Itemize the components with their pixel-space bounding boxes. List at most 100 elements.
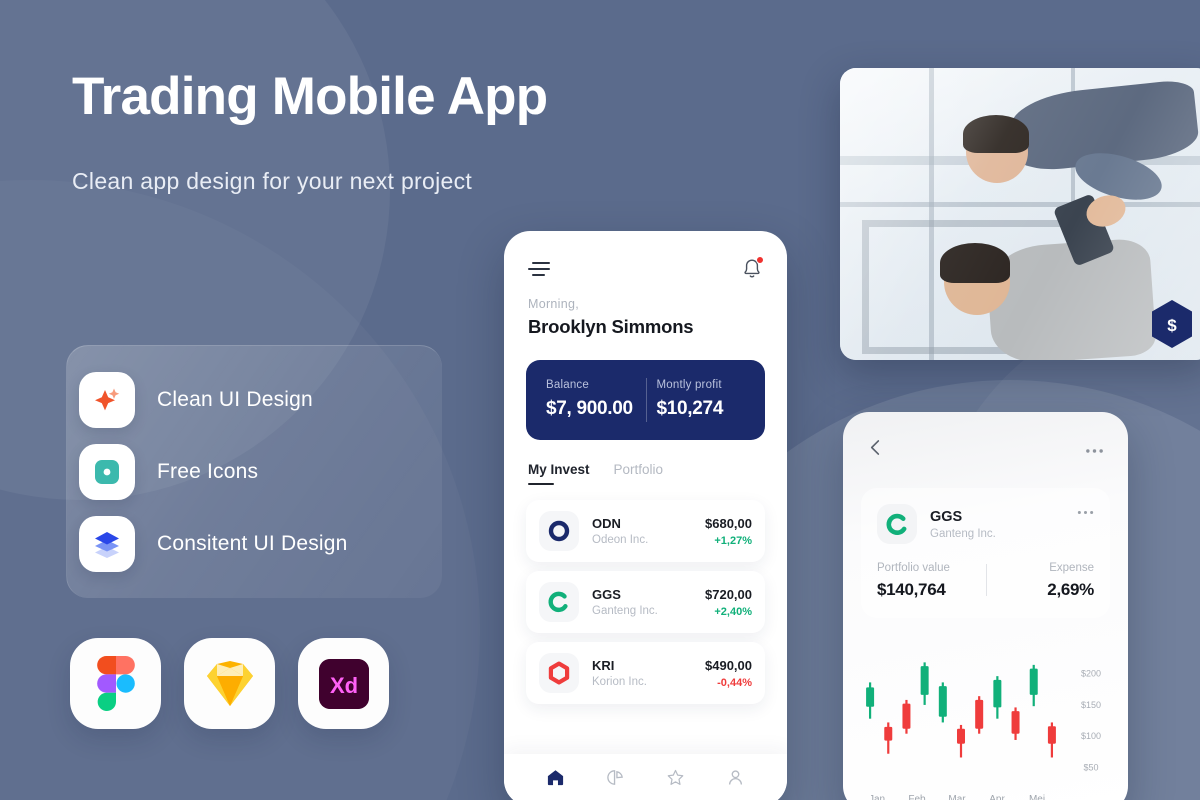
stock-symbol: KRI xyxy=(592,658,615,673)
stock-change: +2,40% xyxy=(714,605,752,618)
feature-item-free-icons[interactable]: Free Icons xyxy=(67,444,442,500)
sparkle-icon xyxy=(79,372,135,428)
figma-logo[interactable] xyxy=(70,638,161,729)
more-horizontal-icon[interactable] xyxy=(1077,502,1094,520)
y-axis-tick-label: $150 xyxy=(1081,700,1101,710)
candlestick-chart: $50 $100 $150 $200 Jan Feb Mar Apr Mei xyxy=(843,652,1128,800)
portfolio-value-stat: Portfolio value $140,764 xyxy=(877,562,986,600)
tab-bar: My Invest Portfolio xyxy=(504,440,787,485)
rounded-square-icon xyxy=(79,444,135,500)
feature-item-consitent-ui-design[interactable]: Consitent UI Design xyxy=(67,516,442,572)
stock-values: $720,00 +2,40% xyxy=(705,587,752,618)
pie-chart-icon[interactable] xyxy=(606,768,625,792)
stock-detail-card: GGS Ganteng Inc. Portfolio value $140,76… xyxy=(861,488,1110,618)
stock-company: Ganteng Inc. xyxy=(592,605,658,617)
profit-value: $10,274 xyxy=(656,398,724,419)
stock-symbol: ODN xyxy=(592,516,621,531)
list-item[interactable]: KRI Korion Inc. $490,00 -0,44% xyxy=(526,642,765,704)
hamburger-icon[interactable] xyxy=(528,262,550,276)
candle-body xyxy=(993,679,1002,708)
balance-value: $7, 900.00 xyxy=(546,398,633,419)
stock-company: Odeon Inc. xyxy=(592,534,649,546)
stat-divider xyxy=(985,564,987,596)
candle-body xyxy=(920,666,929,695)
x-axis-tick-label: Mar xyxy=(948,794,966,800)
stock-info: KRI Korion Inc. xyxy=(592,658,705,688)
tool-logos: Xd xyxy=(70,638,389,729)
ggs-arc-icon xyxy=(877,504,917,544)
profit-label: Montly profit xyxy=(656,379,722,391)
list-item[interactable]: ODN Odeon Inc. $680,00 +1,27% xyxy=(526,500,765,562)
svg-text:Xd: Xd xyxy=(329,673,357,698)
candle-body xyxy=(957,728,965,744)
y-axis-tick-label: $100 xyxy=(1081,731,1101,741)
feature-label: Free Icons xyxy=(157,460,259,483)
stock-header: GGS Ganteng Inc. xyxy=(877,504,1094,544)
stat-value: $140,764 xyxy=(877,580,946,599)
tab-my-invest[interactable]: My Invest xyxy=(528,462,590,485)
candle-body xyxy=(975,699,984,729)
stat-value: 2,69% xyxy=(1047,580,1094,599)
candle-body xyxy=(1011,711,1020,734)
greeting-time: Morning, xyxy=(528,297,580,311)
feature-label: Consitent UI Design xyxy=(157,532,348,555)
phone-detail-screen: GGS Ganteng Inc. Portfolio value $140,76… xyxy=(843,412,1128,800)
chevron-left-icon[interactable] xyxy=(867,438,884,462)
odn-ring-icon xyxy=(539,511,579,551)
balance-column: Balance $7, 900.00 xyxy=(546,379,635,420)
profit-column: Montly profit $10,274 xyxy=(635,379,746,420)
kri-hexagon-icon xyxy=(539,653,579,693)
list-item[interactable]: GGS Ganteng Inc. $720,00 +2,40% xyxy=(526,571,765,633)
y-axis-tick-label: $200 xyxy=(1081,669,1101,679)
greeting-block: Morning, Brooklyn Simmons xyxy=(504,281,787,338)
stock-symbol: GGS xyxy=(592,587,621,602)
balance-card: Balance $7, 900.00 Montly profit $10,274 xyxy=(526,360,765,440)
y-axis-tick-label: $50 xyxy=(1083,762,1098,772)
stock-price: $720,00 xyxy=(705,586,752,602)
feature-item-clean-ui-design[interactable]: Clean UI Design xyxy=(67,372,442,428)
candle-body xyxy=(1029,668,1038,695)
bottom-navigation xyxy=(504,754,787,800)
x-axis-tick-label: Apr xyxy=(989,794,1005,800)
x-axis-tick-label: Jan xyxy=(869,794,885,800)
stock-stats: Portfolio value $140,764 Expense 2,69% xyxy=(877,562,1094,600)
hero-subtitle: Clean app design for your next project xyxy=(72,168,473,195)
user-name: Brooklyn Simmons xyxy=(528,316,694,337)
ggs-arc-icon xyxy=(539,582,579,622)
stock-info: GGS Ganteng Inc. xyxy=(592,587,705,617)
candle-body xyxy=(1047,726,1056,744)
chart-y-axis-labels: $50 $100 $150 $200 xyxy=(1081,669,1101,773)
candle-body xyxy=(866,687,875,707)
sketch-logo[interactable] xyxy=(184,638,275,729)
more-horizontal-icon[interactable] xyxy=(1085,441,1104,459)
hero-section: Trading Mobile App Clean app design for … xyxy=(72,68,632,202)
home-icon[interactable] xyxy=(546,768,565,792)
stock-change: -0,44% xyxy=(717,676,752,689)
detail-header xyxy=(843,412,1128,462)
x-axis-tick-label: Feb xyxy=(908,794,926,800)
dollar-hexagon-badge: $ xyxy=(1152,300,1192,348)
x-axis-tick-label: Mei xyxy=(1029,794,1045,800)
stock-values: $490,00 -0,44% xyxy=(705,658,752,689)
tab-portfolio[interactable]: Portfolio xyxy=(614,462,664,485)
app-header xyxy=(504,231,787,281)
stat-label: Expense xyxy=(1049,562,1094,574)
stat-label: Portfolio value xyxy=(877,562,950,574)
svg-text:$: $ xyxy=(1167,316,1177,335)
star-icon[interactable] xyxy=(666,768,685,792)
stock-info: ODN Odeon Inc. xyxy=(592,516,705,546)
phone-main-screen: Morning, Brooklyn Simmons Balance $7, 90… xyxy=(504,231,787,800)
expense-stat: Expense 2,69% xyxy=(986,562,1094,600)
stock-titles: GGS Ganteng Inc. xyxy=(930,509,996,540)
candle-body xyxy=(938,686,947,717)
candle-body xyxy=(884,726,893,741)
investment-list: ODN Odeon Inc. $680,00 +1,27% GGS Ganten… xyxy=(504,485,787,704)
layers-icon xyxy=(79,516,135,572)
stock-company: Korion Inc. xyxy=(592,676,647,688)
person-icon[interactable] xyxy=(726,768,745,792)
notification-dot xyxy=(756,256,764,264)
page-title: Trading Mobile App xyxy=(72,67,548,126)
bell-icon[interactable] xyxy=(741,256,764,281)
adobe-xd-logo[interactable]: Xd xyxy=(298,638,389,729)
candlestick-chart-svg: $50 $100 $150 $200 Jan Feb Mar Apr Mei xyxy=(866,662,1101,800)
